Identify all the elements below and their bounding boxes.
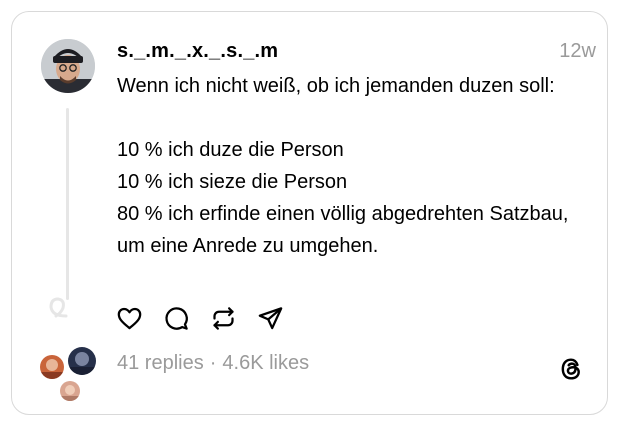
action-bar (116, 305, 284, 332)
heart-icon[interactable] (116, 305, 143, 332)
threads-logo-icon[interactable] (557, 355, 585, 383)
reply-avatar (38, 353, 66, 381)
thread-loop-icon (49, 297, 68, 318)
post-stats: 41 replies · 4.6K likes (117, 352, 309, 375)
repost-icon[interactable] (210, 305, 237, 332)
thread-line (66, 108, 69, 300)
reply-avatars[interactable] (38, 345, 98, 403)
replies-count[interactable]: 41 replies (117, 352, 204, 375)
comment-icon[interactable] (163, 305, 190, 332)
post-text: Wenn ich nicht weiß, ob ich jemanden duz… (117, 75, 569, 257)
post-time: 12w (559, 40, 596, 62)
reply-avatar (58, 379, 82, 403)
stats-separator: · (209, 352, 217, 374)
share-icon[interactable] (257, 305, 284, 332)
reply-avatar (66, 345, 98, 377)
avatar[interactable] (41, 39, 95, 93)
likes-count[interactable]: 4.6K likes (222, 352, 309, 375)
username[interactable]: s._.m._.x._.s._.m (117, 40, 278, 63)
